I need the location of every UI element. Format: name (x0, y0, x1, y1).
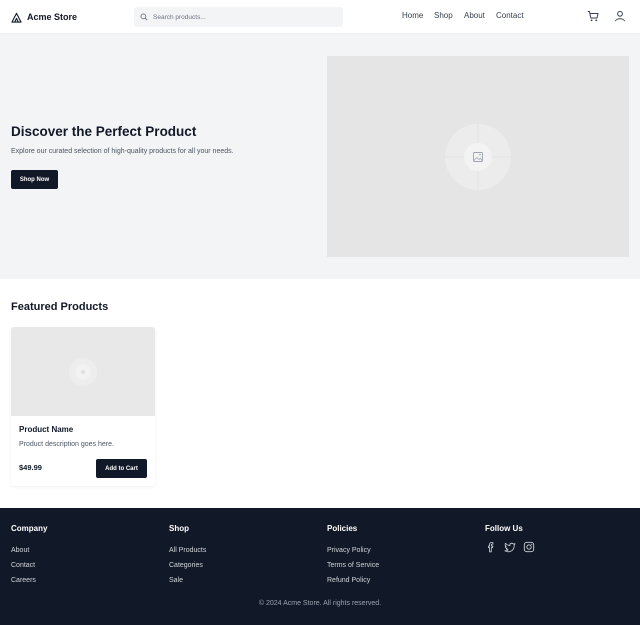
nav-shop[interactable]: Shop (434, 11, 453, 20)
hero-title: Discover the Perfect Product (11, 124, 197, 139)
product-card[interactable]: Product Name Product description goes he… (11, 327, 155, 486)
featured-title: Featured Products (11, 301, 109, 313)
footer-heading: Policies (327, 524, 358, 533)
logo-icon (11, 12, 22, 23)
footer-heading: Shop (169, 524, 189, 533)
footer-column-shop: Shop All Products Categories Sale (169, 524, 206, 588)
search-input[interactable] (153, 13, 333, 21)
cart-icon[interactable] (587, 10, 599, 22)
footer-link-terms[interactable]: Terms of Service (327, 558, 379, 573)
footer-link-privacy[interactable]: Privacy Policy (327, 543, 379, 558)
user-icon[interactable] (614, 10, 626, 22)
product-description: Product description goes here. (19, 441, 114, 448)
footer-link-all-products[interactable]: All Products (169, 543, 206, 558)
hero-subtitle: Explore our curated selection of high-qu… (11, 148, 234, 155)
footer-column-policies: Policies Privacy Policy Terms of Service… (327, 524, 379, 588)
image-placeholder-icon (445, 124, 511, 190)
nav-contact[interactable]: Contact (496, 11, 524, 20)
footer-link-contact[interactable]: Contact (11, 558, 47, 573)
search-icon (140, 13, 148, 21)
nav-home[interactable]: Home (402, 11, 423, 20)
site-footer: Company About Contact Careers Shop All P… (0, 508, 640, 625)
facebook-icon[interactable] (485, 540, 497, 553)
footer-heading: Follow Us (485, 524, 523, 533)
nav-about[interactable]: About (464, 11, 485, 20)
brand-name: Acme Store (27, 12, 78, 22)
instagram-icon[interactable] (523, 540, 535, 553)
brand-logo[interactable]: Acme Store (11, 10, 77, 24)
twitter-icon[interactable] (504, 540, 516, 553)
product-image-placeholder (11, 327, 155, 416)
footer-heading: Company (11, 524, 48, 533)
product-name[interactable]: Product Name (19, 425, 73, 434)
footer-column-social: Follow Us (485, 524, 535, 553)
footer-link-categories[interactable]: Categories (169, 558, 206, 573)
footer-link-careers[interactable]: Careers (11, 573, 47, 588)
hero-section: Discover the Perfect Product Explore our… (0, 34, 640, 279)
social-links (485, 540, 535, 553)
footer-column-company: Company About Contact Careers (11, 524, 47, 588)
footer-link-sale[interactable]: Sale (169, 573, 206, 588)
footer-link-refund[interactable]: Refund Policy (327, 573, 379, 588)
add-to-cart-button[interactable]: Add to Cart (96, 459, 147, 478)
hero-image-placeholder (327, 56, 629, 257)
footer-link-about[interactable]: About (11, 543, 47, 558)
product-price: $49.99 (19, 463, 42, 472)
copyright-text: © 2024 Acme Store. All rights reserved. (258, 600, 382, 607)
shop-now-button[interactable]: Shop Now (11, 170, 58, 189)
search-bar[interactable] (134, 7, 343, 27)
site-header: Acme Store Home Shop About Contact (0, 0, 640, 34)
image-placeholder-icon (69, 358, 97, 386)
